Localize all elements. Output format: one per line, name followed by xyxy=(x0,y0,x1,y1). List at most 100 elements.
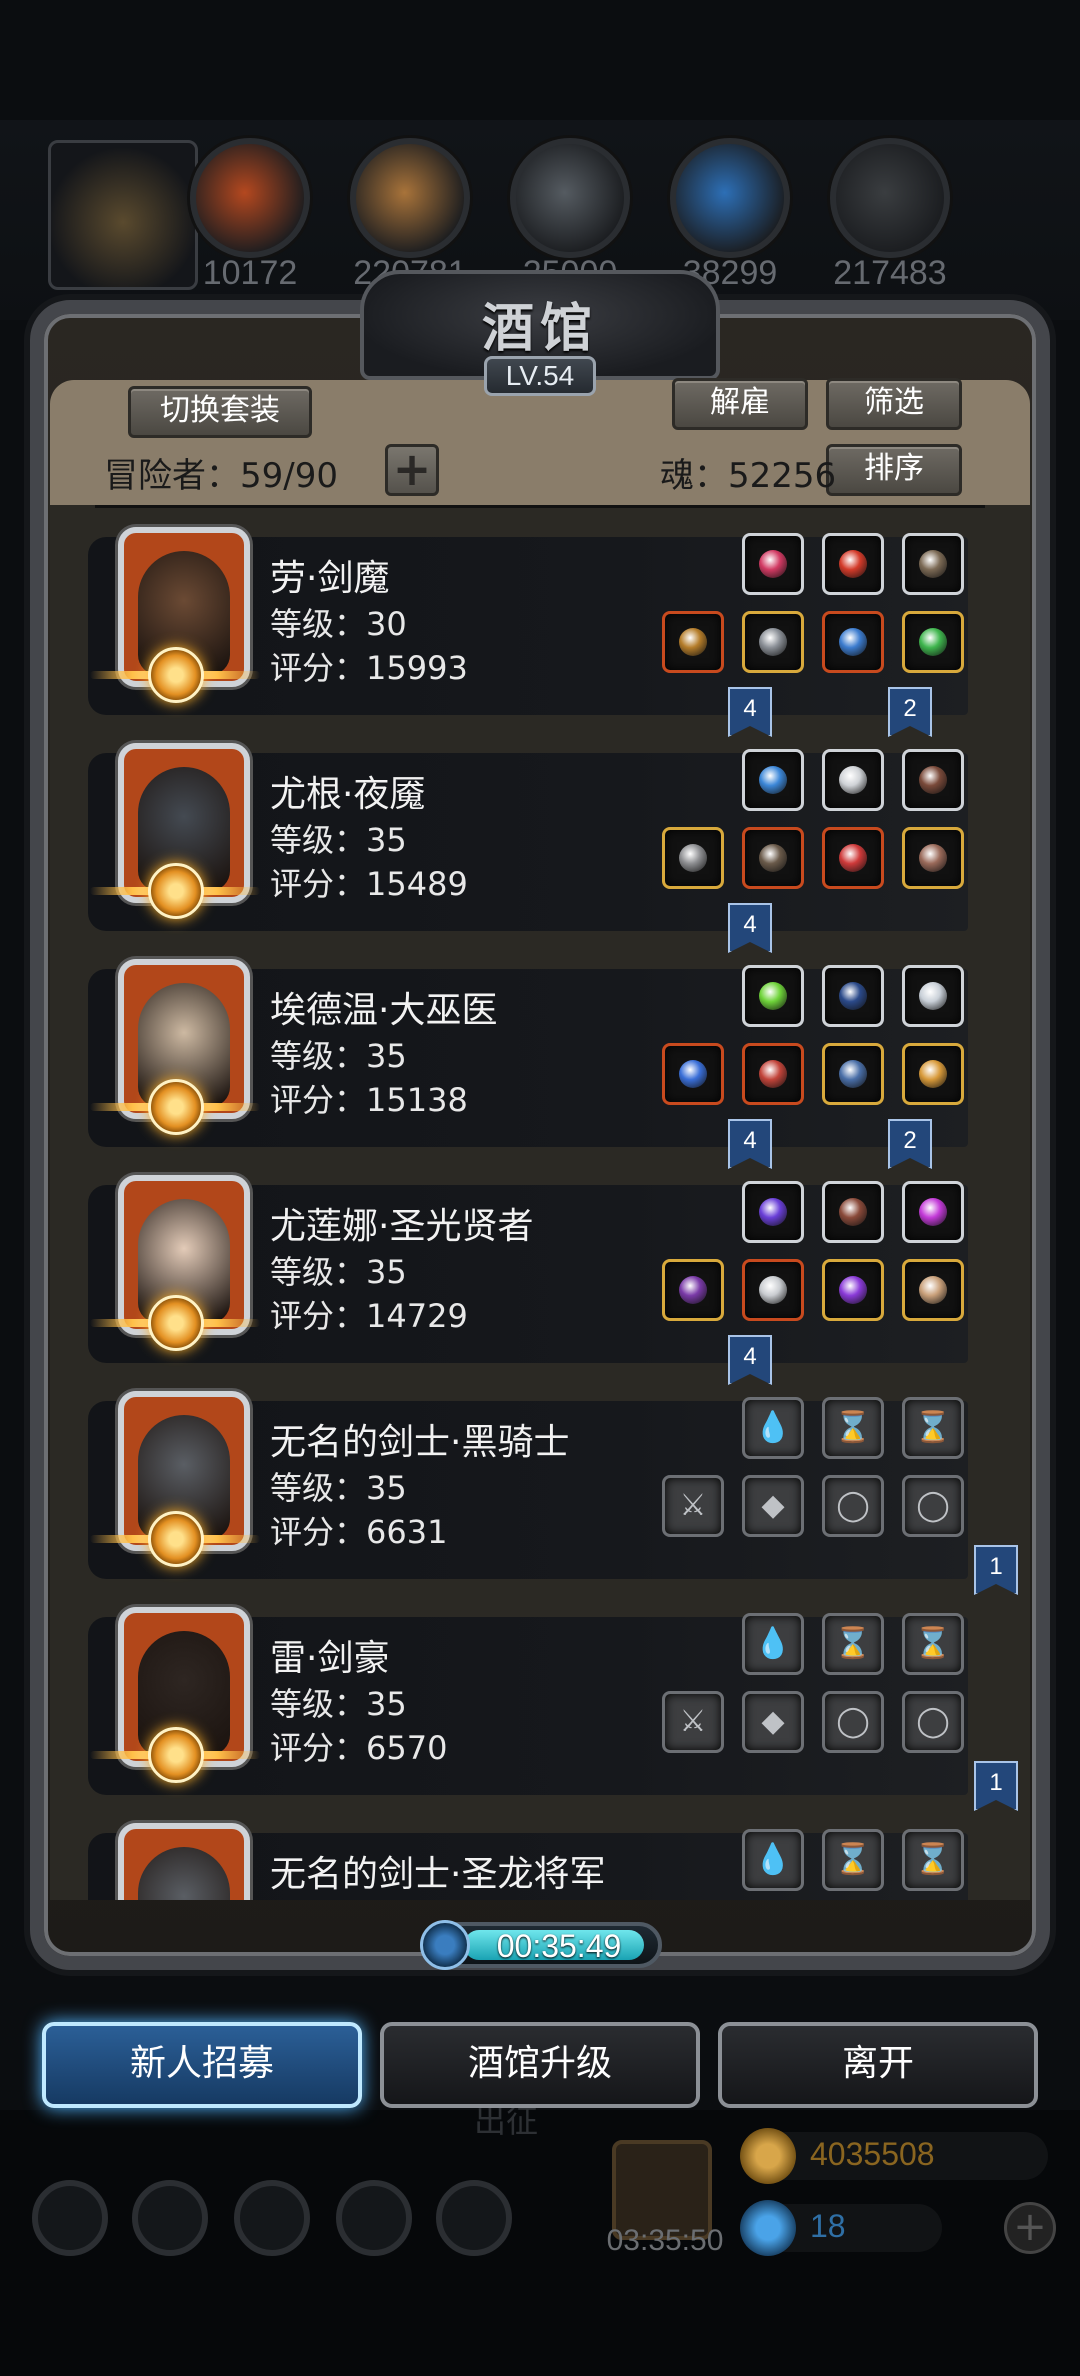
equip-slot[interactable] xyxy=(902,965,964,1027)
empty-equip-slot[interactable]: ⌛ xyxy=(902,1397,964,1459)
clock-icon xyxy=(420,1920,470,1970)
equip-slot[interactable] xyxy=(902,749,964,811)
leave-button[interactable]: 离开 xyxy=(718,2022,1038,2108)
empty-equip-slot[interactable]: ◆ xyxy=(742,1475,804,1537)
equip-slot[interactable] xyxy=(742,611,804,673)
add-gems-button[interactable]: + xyxy=(1004,2202,1056,2254)
mail-icon[interactable] xyxy=(336,2180,412,2256)
empty-equip-slot[interactable]: ⌛ xyxy=(902,1829,964,1891)
equipment-icon xyxy=(679,844,707,872)
equip-slot[interactable] xyxy=(742,965,804,1027)
equipment-icon xyxy=(759,982,787,1010)
achievement-icon[interactable] xyxy=(132,2180,208,2256)
empty-equip-slot[interactable]: ⌛ xyxy=(822,1397,884,1459)
equip-slot[interactable] xyxy=(902,1259,964,1321)
equip-slot[interactable] xyxy=(822,965,884,1027)
recruit-button[interactable]: 新人招募 xyxy=(42,2022,362,2108)
dismiss-button[interactable]: 解雇 xyxy=(672,378,808,430)
guild-icon[interactable] xyxy=(234,2180,310,2256)
set-bonus-ribbon: 4 xyxy=(728,903,772,953)
equip-slot[interactable] xyxy=(902,533,964,595)
set-bonus-ribbon: 4 xyxy=(728,1119,772,1169)
empty-equip-slot[interactable]: 💧 xyxy=(742,1613,804,1675)
equip-slot[interactable] xyxy=(822,533,884,595)
equip-slot[interactable] xyxy=(742,827,804,889)
equip-slot[interactable] xyxy=(662,1043,724,1105)
settings-icon[interactable] xyxy=(32,2180,108,2256)
shop-icon[interactable] xyxy=(436,2180,512,2256)
equip-slot[interactable] xyxy=(822,1181,884,1243)
equip-slot[interactable] xyxy=(822,1259,884,1321)
hero-level: 等级：35 xyxy=(270,821,407,859)
hero-card[interactable]: 雷·剑豪 等级：35 评分：6570 💧 ⌛ ⌛ ⚔ ◆ ◯ ◯ 1 xyxy=(88,1607,1018,1811)
equipment-icon xyxy=(919,550,947,578)
equip-slot[interactable] xyxy=(822,1043,884,1105)
tavern-title: 酒馆 xyxy=(481,298,598,359)
slot-placeholder-icon: ⌛ xyxy=(834,1410,872,1445)
equip-slot[interactable] xyxy=(742,749,804,811)
equip-slot[interactable] xyxy=(662,1259,724,1321)
soul-count: 魂：52256 xyxy=(660,456,837,496)
equip-slot[interactable] xyxy=(822,749,884,811)
equip-slot[interactable] xyxy=(902,611,964,673)
equipment-icon xyxy=(679,628,707,656)
hero-card[interactable]: 无名的剑士·黑骑士 等级：35 评分：6631 💧 ⌛ ⌛ ⚔ ◆ ◯ ◯ 1 xyxy=(88,1391,1018,1595)
empty-equip-slot[interactable]: ◯ xyxy=(902,1691,964,1753)
resource-0-value: 10172 xyxy=(202,254,298,292)
hero-card[interactable]: 无名的剑士·圣龙将军 💧 ⌛ ⌛ xyxy=(88,1823,968,1900)
tavern-upgrade-button[interactable]: 酒馆升级 xyxy=(380,2022,700,2108)
slot-placeholder-icon: ◯ xyxy=(836,1704,870,1739)
divider xyxy=(95,505,985,508)
empty-equip-slot[interactable]: ◯ xyxy=(822,1691,884,1753)
hero-card[interactable]: 尤莲娜·圣光贤者 等级：35 评分：14729 4 xyxy=(88,1175,968,1385)
equipment-icon xyxy=(839,1276,867,1304)
hero-score: 评分：14729 xyxy=(270,1297,468,1335)
equip-slot[interactable] xyxy=(662,827,724,889)
hero-level: 等级：35 xyxy=(270,1469,407,1507)
equip-slot[interactable] xyxy=(662,611,724,673)
slot-placeholder-icon: 💧 xyxy=(754,1626,792,1661)
resource-0-icon xyxy=(190,138,310,258)
empty-equip-slot[interactable]: ⌛ xyxy=(822,1829,884,1891)
equipment-icon xyxy=(679,1276,707,1304)
slot-placeholder-icon: 💧 xyxy=(754,1842,792,1877)
filter-button[interactable]: 筛选 xyxy=(826,378,962,430)
empty-equip-slot[interactable]: ⚔ xyxy=(662,1475,724,1537)
adventurer-count: 冒险者：59/90 xyxy=(104,456,338,496)
empty-equip-slot[interactable]: ◯ xyxy=(902,1475,964,1537)
equip-slot[interactable] xyxy=(902,1181,964,1243)
equip-slot[interactable] xyxy=(742,1181,804,1243)
empty-equip-slot[interactable]: ⚔ xyxy=(662,1691,724,1753)
slot-placeholder-icon: ⚔ xyxy=(679,1488,707,1523)
hero-name: 劳·剑魔 xyxy=(270,558,390,599)
sort-button[interactable]: 排序 xyxy=(826,444,962,496)
equip-slot[interactable] xyxy=(902,827,964,889)
hero-card[interactable]: 尤根·夜魇 等级：35 评分：15489 4 xyxy=(88,743,968,953)
empty-equip-slot[interactable]: 💧 xyxy=(742,1829,804,1891)
empty-equip-slot[interactable]: ⌛ xyxy=(822,1613,884,1675)
equip-slot[interactable] xyxy=(902,1043,964,1105)
empty-equip-slot[interactable]: ◯ xyxy=(822,1475,884,1537)
equip-slot[interactable] xyxy=(742,1259,804,1321)
resource-1-icon xyxy=(350,138,470,258)
equip-slot[interactable] xyxy=(822,827,884,889)
star-rank-icon xyxy=(148,1295,204,1351)
equipment-icon xyxy=(919,766,947,794)
hero-card[interactable]: 埃德温·大巫医 等级：35 评分：15138 4 2 xyxy=(88,959,968,1169)
hero-card[interactable]: 劳·剑魔 等级：30 评分：15993 4 2 xyxy=(88,527,968,737)
switch-set-button[interactable]: 切换套装 xyxy=(128,386,312,438)
hero-level: 等级：30 xyxy=(270,605,407,643)
equip-slot[interactable] xyxy=(742,533,804,595)
slot-placeholder-icon: ⌛ xyxy=(834,1842,872,1877)
expand-capacity-button[interactable]: + xyxy=(385,444,439,496)
equip-slot[interactable] xyxy=(822,611,884,673)
empty-equip-slot[interactable]: ⌛ xyxy=(902,1613,964,1675)
equip-slot[interactable] xyxy=(742,1043,804,1105)
hero-portrait[interactable] xyxy=(118,1823,250,1900)
resource-4-value: 217483 xyxy=(833,254,947,292)
empty-equip-slot[interactable]: ◆ xyxy=(742,1691,804,1753)
set-bonus-ribbon: 4 xyxy=(728,687,772,737)
hero-list[interactable]: 劳·剑魔 等级：30 评分：15993 4 2 尤根·夜魇 等级：35 评分：15489 4 埃德… xyxy=(50,505,1030,1900)
equipment-icon xyxy=(919,1060,947,1088)
empty-equip-slot[interactable]: 💧 xyxy=(742,1397,804,1459)
